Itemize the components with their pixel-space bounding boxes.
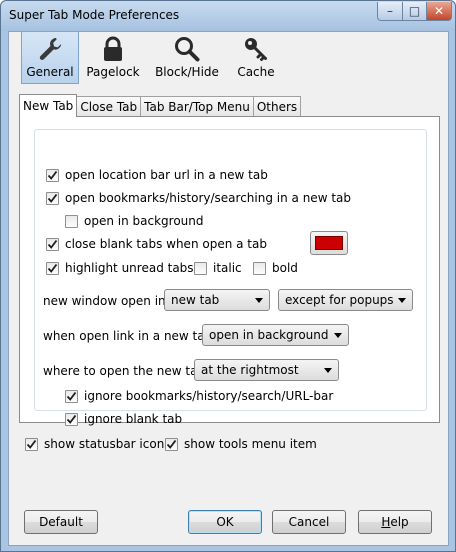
tab-new-tab[interactable]: New Tab	[19, 94, 78, 117]
checkmark-icon	[47, 193, 58, 203]
tab-tab-bar-top-menu[interactable]: Tab Bar/Top Menu	[140, 96, 254, 117]
tab-others[interactable]: Others	[252, 96, 302, 117]
checkmark-icon	[166, 439, 177, 449]
tools-menu-option[interactable]: show tools menu item	[165, 437, 317, 451]
new-window-dropdown[interactable]: new tab	[164, 289, 270, 311]
help-button-label: elp	[390, 515, 409, 529]
pane-label-general: General	[26, 65, 74, 79]
open-link-dropdown[interactable]: open in background	[202, 324, 349, 346]
ok-button-label: OK	[216, 515, 234, 529]
help-button-accelerator: H	[381, 515, 391, 529]
default-button-label: Default	[39, 515, 83, 529]
open-location-checkbox[interactable]	[46, 168, 59, 182]
chevron-down-icon	[324, 368, 332, 373]
ignore-bookmarks-label: ignore bookmarks/history/search/URL-bar	[84, 389, 334, 403]
ignore-blank-checkbox[interactable]	[65, 412, 78, 426]
checkmark-icon	[66, 391, 77, 401]
pane-cache[interactable]: Cache	[229, 32, 283, 84]
default-button[interactable]: Default	[24, 510, 98, 534]
magnifier-icon	[175, 37, 200, 62]
new-window-value: new tab	[171, 293, 220, 307]
where-open-label: where to open the new tab	[43, 364, 206, 378]
pane-selector: General Pagelock Block/Hide Cache	[9, 32, 448, 85]
italic-label: italic	[213, 261, 242, 275]
where-open-dropdown[interactable]: at the rightmost	[194, 359, 339, 381]
statusbar-icon-label: show statusbar icon	[44, 437, 165, 451]
chevron-down-icon	[398, 298, 406, 303]
open-link-label: when open link in a new tab	[43, 329, 213, 343]
close-blank-option[interactable]: close blank tabs when open a tab	[46, 237, 267, 251]
statusbar-icon-option[interactable]: show statusbar icon	[25, 437, 164, 451]
open-bookmarks-checkbox[interactable]	[46, 191, 59, 205]
checkmark-icon	[47, 263, 58, 273]
except-popups-dropdown[interactable]: except for popups	[278, 289, 413, 311]
open-bookmarks-label: open bookmarks/history/searching in a ne…	[65, 191, 351, 205]
minimize-icon: –	[387, 4, 393, 18]
maximize-button[interactable]: □	[402, 2, 427, 21]
where-open-value: at the rightmost	[201, 363, 299, 377]
bold-option[interactable]: bold	[253, 261, 298, 275]
window-title: Super Tab Mode Preferences	[9, 8, 180, 22]
statusbar-icon-checkbox[interactable]	[25, 437, 38, 451]
close-button[interactable]: ✕	[426, 2, 452, 21]
open-background-label: open in background	[84, 214, 204, 228]
pane-general[interactable]: General	[21, 32, 79, 84]
highlight-unread-label: highlight unread tabs	[65, 261, 194, 275]
pane-pagelock[interactable]: Pagelock	[81, 32, 145, 84]
open-location-option[interactable]: open location bar url in a new tab	[46, 168, 268, 182]
ignore-bookmarks-checkbox[interactable]	[65, 389, 78, 403]
tools-menu-checkbox[interactable]	[165, 437, 178, 451]
maximize-icon: □	[408, 4, 421, 18]
pane-label-pagelock: Pagelock	[86, 65, 140, 79]
ignore-blank-label: ignore blank tab	[84, 412, 183, 426]
new-window-label: new window open in	[43, 294, 166, 308]
key-icon	[245, 38, 267, 61]
checkmark-icon	[66, 414, 77, 424]
open-background-checkbox[interactable]	[65, 214, 78, 228]
open-background-option[interactable]: open in background	[65, 214, 204, 228]
close-blank-label: close blank tabs when open a tab	[65, 237, 267, 251]
preferences-window: Super Tab Mode Preferences – □ ✕ General…	[0, 0, 456, 552]
checkmark-icon	[26, 439, 37, 449]
ok-button[interactable]: OK	[188, 510, 262, 534]
bold-checkbox[interactable]	[253, 261, 266, 275]
tab-strip: New Tab Close Tab Tab Bar/Top Menu Other…	[19, 94, 302, 117]
dialog-client-area: General Pagelock Block/Hide Cache New Ta…	[8, 31, 449, 546]
tools-menu-label: show tools menu item	[184, 437, 317, 451]
ignore-bookmarks-option[interactable]: ignore bookmarks/history/search/URL-bar	[65, 389, 333, 403]
pane-block-hide[interactable]: Block/Hide	[149, 32, 225, 84]
checkmark-icon	[47, 170, 58, 180]
chevron-down-icon	[255, 298, 263, 303]
tab-close-tab[interactable]: Close Tab	[76, 96, 142, 117]
color-swatch	[315, 236, 343, 250]
cancel-button-label: Cancel	[288, 515, 330, 529]
highlight-unread-option[interactable]: highlight unread tabs	[46, 261, 194, 275]
title-bar[interactable]: Super Tab Mode Preferences – □ ✕	[1, 1, 455, 31]
open-link-value: open in background	[209, 328, 329, 342]
italic-checkbox[interactable]	[194, 261, 207, 275]
tab-panel-new-tab: open location bar url in a new tab open …	[19, 116, 440, 426]
cancel-button[interactable]: Cancel	[272, 510, 346, 534]
help-button[interactable]: Help	[358, 510, 432, 534]
ignore-blank-option[interactable]: ignore blank tab	[65, 412, 182, 426]
checkmark-icon	[47, 239, 58, 249]
padlock-icon	[104, 36, 122, 61]
open-location-label: open location bar url in a new tab	[65, 168, 268, 182]
highlight-unread-checkbox[interactable]	[46, 261, 59, 275]
close-icon: ✕	[433, 4, 445, 18]
italic-option[interactable]: italic	[194, 261, 242, 275]
except-popups-value: except for popups	[285, 293, 394, 307]
bold-label: bold	[272, 261, 298, 275]
minimize-button[interactable]: –	[377, 2, 403, 21]
chevron-down-icon	[334, 333, 342, 338]
pane-label-cache: Cache	[237, 65, 275, 79]
wrench-icon	[39, 38, 62, 60]
highlight-color-button[interactable]	[310, 231, 348, 255]
open-bookmarks-option[interactable]: open bookmarks/history/searching in a ne…	[46, 191, 351, 205]
pane-label-block-hide: Block/Hide	[155, 65, 219, 79]
close-blank-checkbox[interactable]	[46, 237, 59, 251]
